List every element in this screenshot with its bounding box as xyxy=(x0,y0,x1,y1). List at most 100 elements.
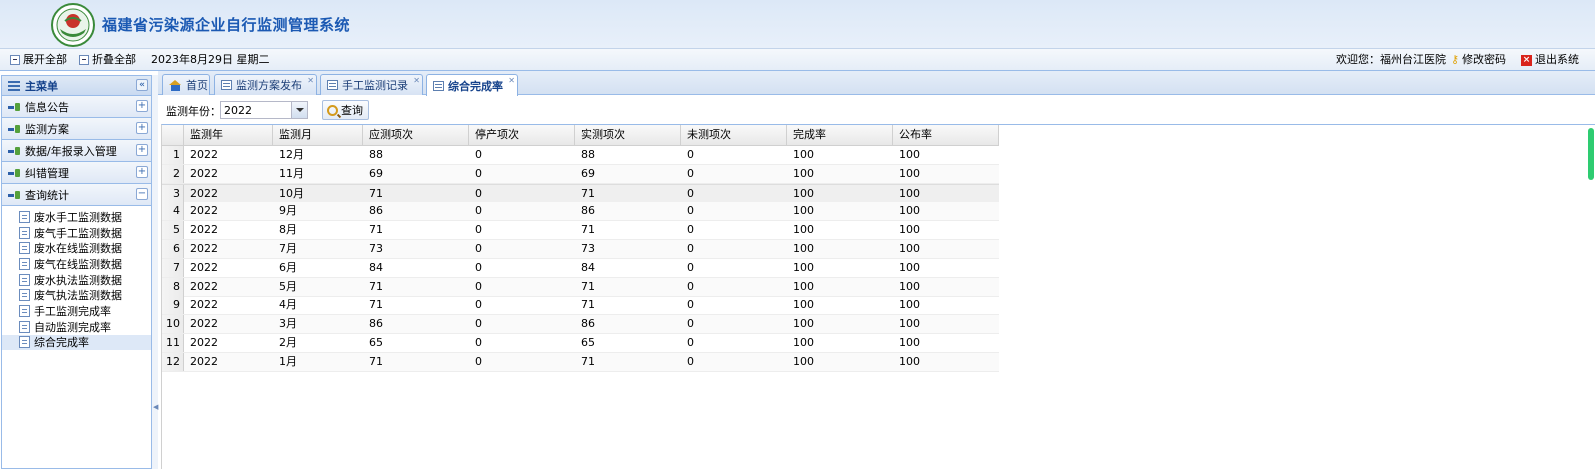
expand-section-icon[interactable]: + xyxy=(136,166,148,178)
menu-item[interactable]: 自动监测完成率 xyxy=(2,319,151,335)
column-header[interactable]: 监测月 xyxy=(273,125,363,146)
menu-item-selected[interactable]: 综合完成率 xyxy=(2,334,151,351)
table-row[interactable]: 1 2022 12月 88 0 88 0 100 100 xyxy=(162,146,999,165)
table-row[interactable]: 2 2022 11月 69 0 69 0 100 100 xyxy=(162,164,999,184)
table-cell: 100 xyxy=(899,148,920,161)
table-row[interactable]: 10 2022 3月 86 0 86 0 100 100 xyxy=(162,315,999,335)
table-cell: 2022 xyxy=(190,204,218,218)
column-header[interactable]: 完成率 xyxy=(787,125,893,146)
tab-manual-records[interactable]: 手工监测记录 ✕ xyxy=(320,74,423,95)
table-cell: 0 xyxy=(687,148,694,161)
table-row[interactable]: 12 2022 1月 71 0 71 0 100 100 xyxy=(162,352,999,372)
expand-all-button[interactable]: 展开全部 xyxy=(10,49,67,71)
change-password-label: 修改密码 xyxy=(1462,53,1507,66)
table-row[interactable]: 6 2022 7月 73 0 73 0 100 100 xyxy=(162,240,999,259)
table-cell: 0 xyxy=(687,242,694,255)
table-cell: 71 xyxy=(581,354,595,368)
column-header[interactable]: 监测年 xyxy=(184,125,273,146)
logout-icon: × xyxy=(1521,54,1532,66)
tab-home[interactable]: 首页 xyxy=(162,74,210,95)
table-cell: 86 xyxy=(581,317,595,331)
table-cell: 2022 xyxy=(190,260,218,274)
tab-overall-rate[interactable]: 综合完成率 ✕ xyxy=(426,74,518,96)
expand-icon xyxy=(10,55,20,65)
welcome-text: 欢迎您：福州台江医院 xyxy=(1336,53,1446,66)
table-cell: 86 xyxy=(369,204,383,218)
table-row[interactable]: 5 2022 8月 71 0 71 0 100 100 xyxy=(162,221,999,241)
tab-label: 首页 xyxy=(186,79,208,92)
table-cell: 100 xyxy=(899,298,920,312)
menu-item[interactable]: 废气在线监测数据 xyxy=(2,256,151,272)
table-cell: 100 xyxy=(899,260,920,274)
table-row[interactable]: 8 2022 5月 71 0 71 0 100 100 xyxy=(162,277,999,297)
grid-header: 监测年 监测月 应测项次 停产项次 实测项次 未测项次 完成率 公布率 xyxy=(162,125,999,146)
menu-section-query-stats[interactable]: 查询统计 − xyxy=(2,184,151,206)
expand-section-icon[interactable]: + xyxy=(136,100,148,112)
logout-link[interactable]: × 退出系统 xyxy=(1521,49,1579,71)
table-cell: 100 xyxy=(899,204,920,218)
table-row[interactable]: 3 2022 10月 71 0 71 0 100 100 xyxy=(162,183,999,203)
table-cell: 100 xyxy=(793,279,814,293)
table-row[interactable]: 9 2022 4月 71 0 71 0 100 100 xyxy=(162,296,999,316)
column-header[interactable]: 实测项次 xyxy=(575,125,681,146)
menu-item[interactable]: 废水执法监测数据 xyxy=(2,272,151,288)
menu-item[interactable]: 废气手工监测数据 xyxy=(2,225,151,241)
document-icon xyxy=(19,273,30,286)
document-icon xyxy=(19,320,30,333)
chevron-down-icon[interactable] xyxy=(291,102,307,118)
change-password-link[interactable]: ⚷ 修改密码 xyxy=(1451,49,1506,71)
row-number: 8 xyxy=(162,277,184,296)
collapse-section-icon[interactable]: − xyxy=(136,188,148,200)
expand-section-icon[interactable]: + xyxy=(136,122,148,134)
table-cell: 100 xyxy=(899,186,920,200)
tab-bar: 首页 监测方案发布 ✕ 手工监测记录 ✕ 综合完成率 ✕ xyxy=(158,71,1595,96)
table-cell: 0 xyxy=(687,298,694,312)
collapse-all-button[interactable]: 折叠全部 xyxy=(79,49,136,71)
menu-item[interactable]: 手工监测完成率 xyxy=(2,303,151,319)
table-row[interactable]: 7 2022 6月 84 0 84 0 100 100 xyxy=(162,258,999,278)
row-number: 11 xyxy=(162,334,184,352)
table-cell: 12月 xyxy=(279,148,304,161)
table-cell: 0 xyxy=(475,148,482,161)
tree-node-icon xyxy=(8,124,21,133)
tab-plan-publish[interactable]: 监测方案发布 ✕ xyxy=(214,74,317,95)
table-cell: 88 xyxy=(369,148,383,161)
menu-section-label: 查询统计 xyxy=(25,188,69,202)
year-value: 2022 xyxy=(224,104,252,117)
menu-section-data-entry[interactable]: 数据/年报录入管理 + xyxy=(2,140,151,162)
table-row[interactable]: 4 2022 9月 86 0 86 0 100 100 xyxy=(162,202,999,222)
scrollbar-thumb[interactable] xyxy=(1588,128,1594,180)
close-icon[interactable]: ✕ xyxy=(508,77,515,85)
query-button[interactable]: 查询 xyxy=(322,100,369,120)
table-cell: 100 xyxy=(899,354,920,368)
table-cell: 100 xyxy=(793,148,814,161)
column-header[interactable]: 应测项次 xyxy=(363,125,469,146)
expand-section-icon[interactable]: + xyxy=(136,144,148,156)
search-bar: 监测年份： 2022 查询 xyxy=(159,98,1595,122)
table-cell: 100 xyxy=(793,186,814,200)
table-cell: 9月 xyxy=(279,204,297,218)
close-icon[interactable]: ✕ xyxy=(307,77,314,85)
table-cell: 65 xyxy=(581,336,595,349)
menu-item[interactable]: 废水手工监测数据 xyxy=(2,209,151,225)
column-header[interactable]: 停产项次 xyxy=(469,125,575,146)
menu-section-monitoring-plan[interactable]: 监测方案 + xyxy=(2,118,151,140)
collapse-panel-icon[interactable]: « xyxy=(136,79,148,91)
main-menu-title: 主菜单 xyxy=(25,79,58,93)
table-cell: 2022 xyxy=(190,336,218,349)
menu-item[interactable]: 废水在线监测数据 xyxy=(2,240,151,256)
year-select[interactable]: 2022 xyxy=(220,101,308,119)
table-cell: 2022 xyxy=(190,186,218,200)
table-cell: 88 xyxy=(581,148,595,161)
column-header[interactable]: 公布率 xyxy=(893,125,999,146)
table-cell: 71 xyxy=(369,186,383,200)
menu-item[interactable]: 废气执法监测数据 xyxy=(2,287,151,303)
menu-section-error-correction[interactable]: 纠错管理 + xyxy=(2,162,151,184)
close-icon[interactable]: ✕ xyxy=(413,77,420,85)
menu-section-notices[interactable]: 信息公告 + xyxy=(2,96,151,118)
main-menu-panel: 主菜单 « 信息公告 + 监测方案 + 数据/年报录入管理 + 纠错管理 + 查… xyxy=(1,75,152,469)
table-row[interactable]: 11 2022 2月 65 0 65 0 100 100 xyxy=(162,334,999,353)
table-cell: 100 xyxy=(793,336,814,349)
splitter-arrow-icon[interactable]: ◀ xyxy=(153,403,158,411)
column-header[interactable]: 未测项次 xyxy=(681,125,787,146)
